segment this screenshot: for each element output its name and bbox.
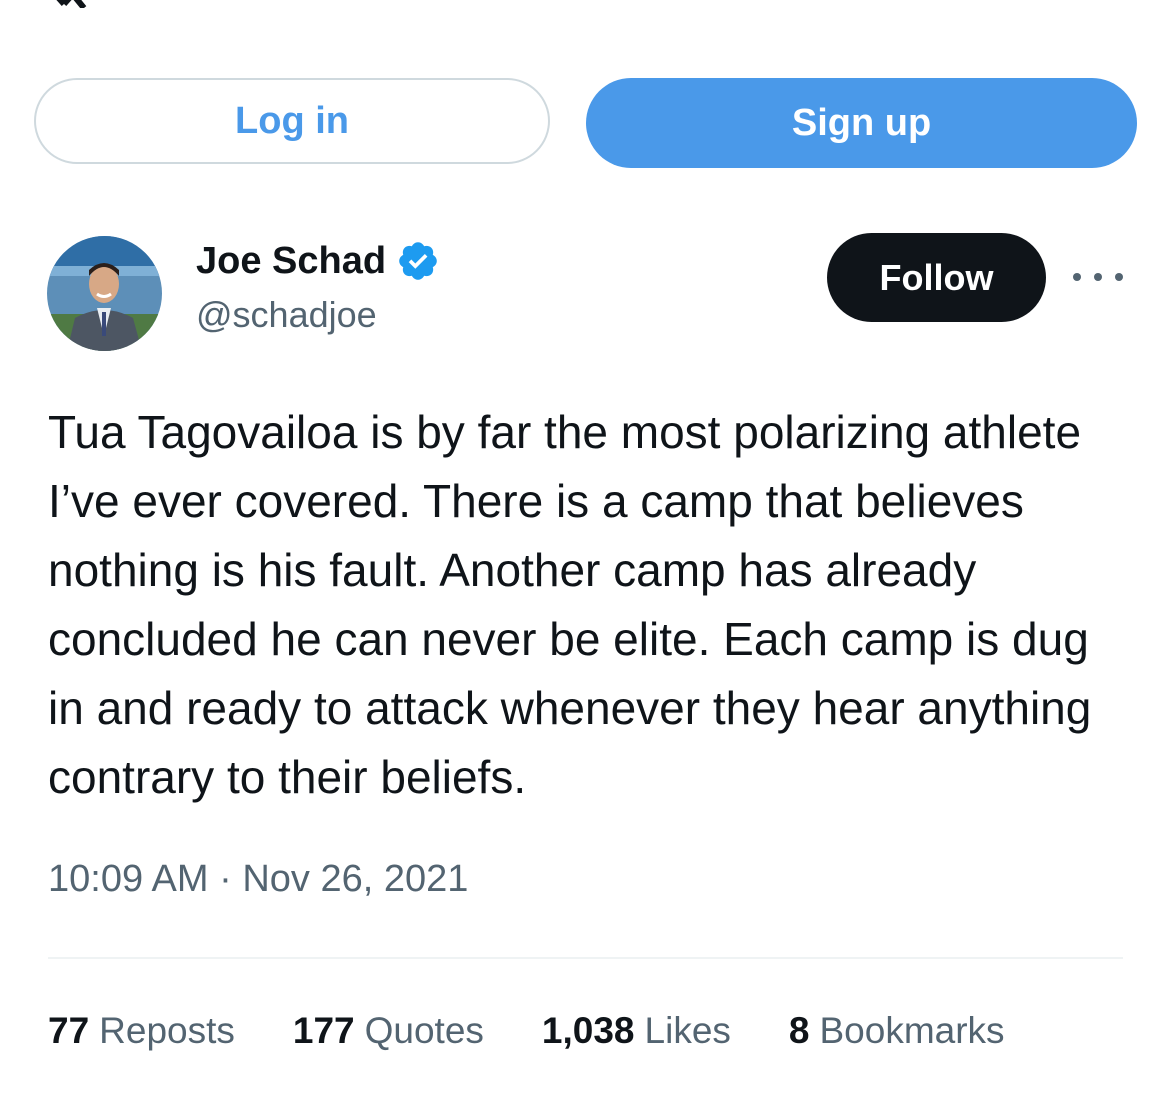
tweet-text: Tua Tagovailoa is by far the most polari… xyxy=(48,406,1092,803)
engagement-stats: 77 Reposts 177 Quotes 1,038 Likes 8 Bookmark… xyxy=(48,1010,1005,1052)
x-logo-icon xyxy=(56,0,87,8)
likes-label: Likes xyxy=(644,1010,731,1051)
reposts-label: Reposts xyxy=(99,1010,235,1051)
more-horizontal-icon[interactable] xyxy=(1073,262,1123,292)
reposts-stat[interactable]: 77 Reposts xyxy=(48,1010,235,1052)
bookmarks-label: Bookmarks xyxy=(819,1010,1005,1051)
verified-badge-icon xyxy=(399,242,437,280)
display-name[interactable]: Joe Schad xyxy=(196,240,386,283)
divider xyxy=(48,957,1123,959)
tweet-timestamp[interactable]: 10:09 AM · Nov 26, 2021 xyxy=(48,858,468,901)
quotes-label: Quotes xyxy=(364,1010,484,1051)
log-in-button[interactable]: Log in xyxy=(34,78,550,164)
quotes-count: 177 xyxy=(292,1010,355,1051)
reposts-count: 77 xyxy=(48,1010,90,1051)
user-handle[interactable]: @schadjoe xyxy=(196,294,377,336)
follow-button[interactable]: Follow xyxy=(827,233,1046,322)
bookmarks-stat[interactable]: 8 Bookmarks xyxy=(789,1010,1005,1052)
likes-count: 1,038 xyxy=(541,1010,635,1051)
profile-photo-icon xyxy=(47,236,162,351)
bookmarks-count: 8 xyxy=(788,1010,810,1051)
quotes-stat[interactable]: 177 Quotes xyxy=(293,1010,484,1052)
author-name-row: Joe Schad xyxy=(196,236,440,286)
likes-stat[interactable]: 1,038 Likes xyxy=(542,1010,731,1052)
avatar[interactable] xyxy=(47,236,162,351)
sign-up-button[interactable]: Sign up xyxy=(586,78,1137,168)
auth-buttons: Log in Sign up xyxy=(34,78,1137,168)
